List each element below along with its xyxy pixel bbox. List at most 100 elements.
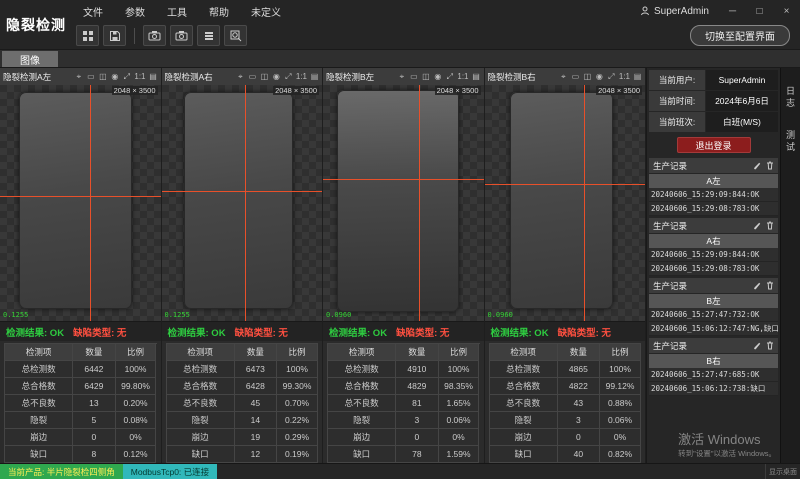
stats-row: 崩边 0 0% [490, 429, 642, 446]
panel-tool-icon[interactable]: ◫ [421, 72, 430, 82]
panel-tool-icon[interactable]: ⤢ [607, 72, 616, 82]
camera-capture-b-icon[interactable] [170, 25, 193, 46]
menu-item[interactable]: 工具 [156, 4, 198, 19]
menu-item[interactable]: 未定义 [240, 4, 292, 19]
panel-tool-icon[interactable]: 1:1 [619, 72, 630, 82]
camera-image-view[interactable]: 2048 × 3500 0.1255 [162, 85, 323, 321]
defect-type: 缺陷类型: 无 [396, 325, 449, 339]
tab-image[interactable]: 图像 [2, 51, 58, 67]
defect-type: 缺陷类型: 无 [235, 325, 288, 339]
panel-tool-icon[interactable]: ◫ [98, 72, 107, 82]
side-tab[interactable]: 日志 [784, 82, 797, 114]
stat-ratio: 99.30% [277, 378, 318, 395]
edit-icon[interactable] [753, 162, 761, 170]
detect-result: 检测结果: OK [491, 325, 549, 339]
camera-capture-a-icon[interactable] [143, 25, 166, 46]
trash-icon[interactable] [766, 341, 774, 350]
stat-ratio: 0.20% [116, 395, 157, 412]
menu-item[interactable]: 帮助 [198, 4, 240, 19]
maximize-button[interactable]: □ [746, 1, 773, 21]
panel-tool-icon[interactable]: ▭ [571, 72, 580, 82]
main-area: 隐裂检测A左 ⌖ ▭ ◫ ◉ ⤢ 1:1 ▤ 2048 × 3500 [0, 68, 800, 463]
camera-image-view[interactable]: 2048 × 3500 0.0960 [485, 85, 646, 321]
record-camera-label[interactable]: A左 [649, 174, 778, 188]
record-group-header: 生产记录 [649, 218, 778, 233]
record-entry[interactable]: 20240606_15:29:08:783:OK [649, 202, 778, 216]
panel-tool-icon[interactable]: ⤢ [122, 72, 131, 82]
stat-count: 13 [73, 395, 115, 412]
record-entry[interactable]: 20240606_15:29:08:783:OK [649, 262, 778, 276]
panel-tool-icon[interactable]: ▭ [86, 72, 95, 82]
col-header-count: 数量 [235, 344, 277, 361]
zoom-search-icon[interactable] [224, 25, 247, 46]
right-sidebar: 当前用户: SuperAdmin 当前时间: 2024年6月6日 当前班次: 白… [646, 68, 780, 463]
panel-tool-icon[interactable]: 1:1 [134, 72, 145, 82]
record-entry[interactable]: 20240606_15:29:09:844:OK [649, 248, 778, 262]
record-entry[interactable]: 20240606_15:27:47:685:OK [649, 368, 778, 382]
record-camera-label[interactable]: B右 [649, 354, 778, 368]
panel-tool-icon[interactable]: ▤ [149, 72, 158, 82]
stats-table: 检测项 数量 比例 总检测数 4910 100% 总合格数 4829 98.35… [327, 343, 480, 463]
edit-icon[interactable] [753, 222, 761, 230]
panel-tool-icon[interactable]: ⌖ [559, 72, 568, 82]
show-desktop-button[interactable]: 显示桌面 [765, 464, 800, 479]
record-entry[interactable]: 20240606_15:27:47:732:OK [649, 308, 778, 322]
record-entry[interactable]: 20240606_15:06:12:738:缺口 [649, 382, 778, 396]
current-user-name: SuperAdmin [654, 6, 709, 17]
panel-tool-icon[interactable]: ◉ [595, 72, 604, 82]
stats-row: 缺口 78 1.59% [328, 446, 480, 463]
record-camera-label[interactable]: B左 [649, 294, 778, 308]
panel-tool-icon[interactable]: ◫ [583, 72, 592, 82]
trash-icon[interactable] [766, 281, 774, 290]
panel-tool-icon[interactable]: ⌖ [397, 72, 406, 82]
stats-row: 崩边 19 0.29% [167, 429, 319, 446]
panel-tool-icon[interactable]: ▤ [472, 72, 481, 82]
record-entry[interactable]: 20240606_15:06:12:747:NG,缺口 [649, 322, 778, 336]
camera-panel-header: 隐裂检测A右 ⌖ ▭ ◫ ◉ ⤢ 1:1 ▤ [162, 68, 323, 85]
stat-ratio: 0.70% [277, 395, 318, 412]
logout-button[interactable]: 退出登录 [677, 137, 751, 153]
side-tab[interactable]: 测试 [784, 126, 797, 158]
panel-tool-icon[interactable]: ◉ [110, 72, 119, 82]
panel-tool-icon[interactable]: ⤢ [445, 72, 454, 82]
stat-item: 总合格数 [5, 378, 73, 395]
panel-tool-icon[interactable]: ◉ [433, 72, 442, 82]
layers-icon[interactable] [197, 25, 220, 46]
col-header-count: 数量 [558, 344, 600, 361]
panel-tool-icon[interactable]: ⌖ [236, 72, 245, 82]
stats-row: 隐裂 14 0.22% [167, 412, 319, 429]
panel-tool-icon[interactable]: ▭ [409, 72, 418, 82]
defect-type: 缺陷类型: 无 [558, 325, 611, 339]
camera-image-view[interactable]: 2048 × 3500 0.0960 [323, 85, 484, 321]
zoom-level-label: 0.0960 [488, 311, 513, 319]
close-button[interactable]: × [773, 1, 800, 21]
inspected-product-image [337, 90, 459, 312]
panel-tool-icon[interactable]: ▤ [633, 72, 642, 82]
edit-icon[interactable] [753, 282, 761, 290]
minimize-button[interactable]: ─ [719, 1, 746, 21]
panel-tool-icon[interactable]: 1:1 [457, 72, 468, 82]
edit-icon[interactable] [753, 342, 761, 350]
record-camera-label[interactable]: A右 [649, 234, 778, 248]
current-user-chip[interactable]: SuperAdmin [640, 6, 719, 17]
menu-item[interactable]: 文件 [72, 4, 114, 19]
session-info-value: SuperAdmin [706, 70, 778, 90]
save-icon[interactable] [103, 25, 126, 46]
panel-tool-icon[interactable]: 1:1 [296, 72, 307, 82]
defect-type: 缺陷类型: 无 [73, 325, 126, 339]
record-entry[interactable]: 20240606_15:29:09:844:OK [649, 188, 778, 202]
trash-icon[interactable] [766, 161, 774, 170]
menu-item[interactable]: 参数 [114, 4, 156, 19]
panel-tool-icon[interactable]: ◉ [272, 72, 281, 82]
session-info-value: 2024年6月6日 [706, 91, 778, 111]
panel-tool-icon[interactable]: ⌖ [74, 72, 83, 82]
panel-tool-icon[interactable]: ▭ [248, 72, 257, 82]
panel-tool-icon[interactable]: ▤ [310, 72, 319, 82]
trash-icon[interactable] [766, 221, 774, 230]
panel-tool-icon[interactable]: ◫ [260, 72, 269, 82]
camera-image-view[interactable]: 2048 × 3500 0.1255 [0, 85, 161, 321]
panel-tool-icon[interactable]: ⤢ [284, 72, 293, 82]
switch-to-config-button[interactable]: 切换至配置界面 [690, 25, 790, 46]
stat-count: 3 [558, 412, 600, 429]
view-grid-icon[interactable] [76, 25, 99, 46]
